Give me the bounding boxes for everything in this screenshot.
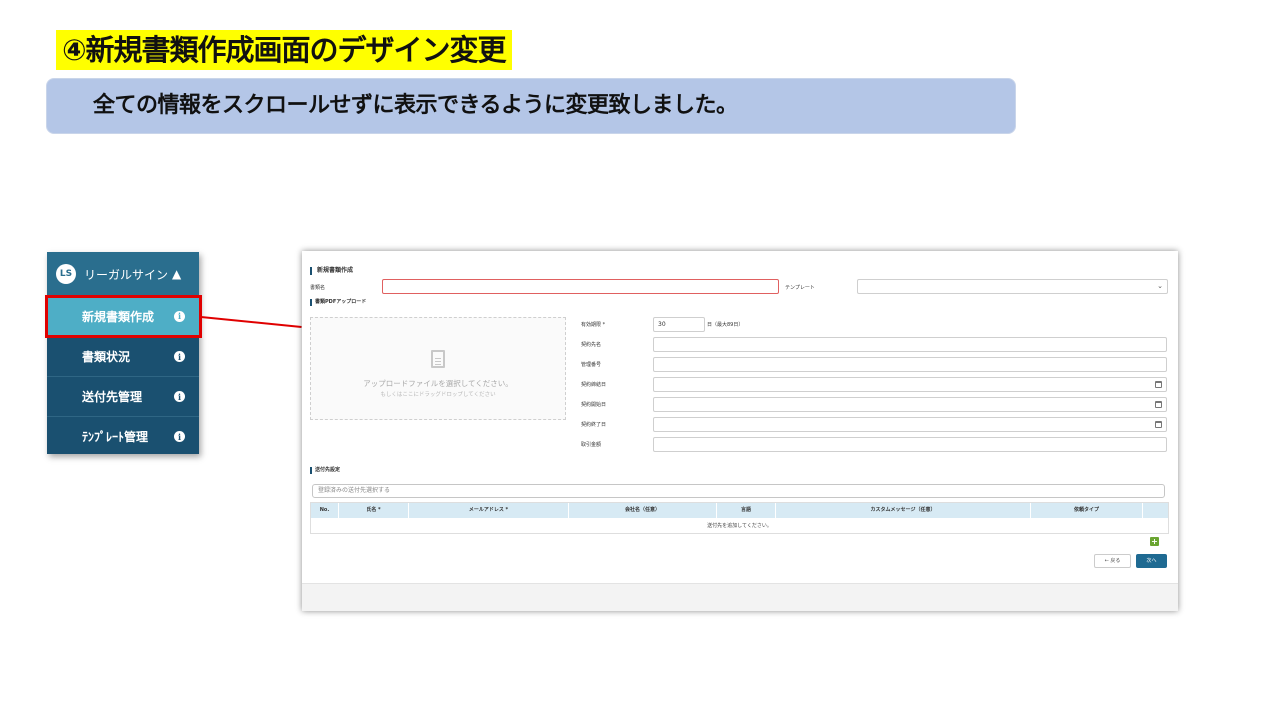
recipient-search-input[interactable]: 登録済みの送付先選択する [312,484,1165,498]
template-select[interactable]: ⌄ [857,279,1168,294]
partner-label: 契約先名 [581,342,602,348]
panel-footer [302,583,1178,611]
sidebar-item-label: 送付先管理 [82,390,143,404]
callout-connector-line [200,316,302,329]
sidebar-item-document-status[interactable]: 書類状況 i [47,336,199,376]
signed-date-input[interactable] [653,377,1167,392]
info-icon[interactable]: i [174,351,185,362]
add-recipient-button[interactable]: + [1150,537,1159,546]
doc-name-label: 書類名 [310,285,326,291]
pdf-upload-dropzone[interactable]: アップロードファイルを選択してください。 もしくはここにドラッグドロップしてくだ… [310,317,566,420]
signed-date-label: 契約締結日 [581,382,607,388]
sidebar-item-label: ﾃﾝﾌﾟﾚｰﾄ管理 [82,430,149,444]
partner-name-input[interactable] [653,337,1167,352]
amount-label: 取引金額 [581,442,602,448]
slide: ④新規書類作成画面のデザイン変更 全ての情報をスクロールせずに表示できるように変… [0,0,1280,720]
validity-days-input[interactable]: 30 [653,317,705,332]
sidebar-item-label: 書類状況 [82,350,131,364]
table-empty-message: 送付先を追加してください。 [707,523,772,529]
column-header: 依頼タイプ [1031,503,1143,518]
start-date-input[interactable] [653,397,1167,412]
calendar-icon[interactable] [1155,401,1162,408]
template-label: テンプレート [785,285,815,291]
pdf-upload-section-title: 書類PDFアップロード [310,299,366,306]
recipients-section-title: 送付先設定 [310,467,340,474]
calendar-icon[interactable] [1155,421,1162,428]
validity-unit: 日（最大89日） [707,322,744,328]
chevron-down-icon: ⌄ [1157,282,1163,290]
slide-title: ④新規書類作成画面のデザイン変更 [56,30,512,70]
table-header: No. 氏名 * メールアドレス * 会社名（任意） 言語 カスタムメッセージ（… [311,503,1168,518]
doc-name-input[interactable] [382,279,779,294]
mgmt-number-input[interactable] [653,357,1167,372]
info-icon[interactable]: i [174,391,185,402]
next-button[interactable]: 次へ [1136,554,1167,568]
amount-input[interactable] [653,437,1167,452]
column-header: メールアドレス * [409,503,569,518]
sidebar-item-recipients[interactable]: 送付先管理 i [47,376,199,416]
sidebar-header[interactable]: LS リーガルサイン ▲ [47,252,199,296]
sidebar: LS リーガルサイン ▲ 新規書類作成 i 書類状況 i 送付先管理 i ﾃﾝﾌ… [47,252,199,454]
column-header: カスタムメッセージ（任意） [776,503,1031,518]
calendar-icon[interactable] [1155,381,1162,388]
form-screenshot-panel: 新規書類作成 書類名 テンプレート ⌄ 書類PDFアップロード アップロードファ… [302,251,1178,611]
end-date-label: 契約終了日 [581,422,607,428]
page-title: 新規書類作成 [310,267,353,275]
sidebar-item-templates[interactable]: ﾃﾝﾌﾟﾚｰﾄ管理 i [47,416,199,456]
sidebar-brand: リーガルサイン [84,267,169,282]
recipients-table: No. 氏名 * メールアドレス * 会社名（任意） 言語 カスタムメッセージ（… [310,502,1169,534]
validity-label: 有効期限 * [581,322,606,328]
end-date-input[interactable] [653,417,1167,432]
column-header: 会社名（任意） [569,503,717,518]
back-button[interactable]: ← 戻る [1094,554,1131,568]
subtitle-text: 全ての情報をスクロールせずに表示できるように変更致しました。 [93,93,738,118]
upload-sub-text: もしくはここにドラッグドロップしてください [380,392,496,398]
info-icon[interactable]: i [174,431,185,442]
column-header: 言語 [717,503,776,518]
upload-main-text: アップロードファイルを選択してください。 [363,379,513,388]
column-header: No. [311,503,339,518]
subtitle-box: 全ての情報をスクロールせずに表示できるように変更致しました。 [46,78,1016,134]
ls-logo-icon: LS [56,264,76,284]
column-header: 氏名 * [339,503,409,518]
callout-highlight-box [45,295,202,338]
start-date-label: 契約開始日 [581,402,607,408]
document-icon [431,350,445,368]
mgmt-number-label: 管理番号 [581,362,602,368]
chevron-up-icon[interactable]: ▲ [172,267,181,281]
